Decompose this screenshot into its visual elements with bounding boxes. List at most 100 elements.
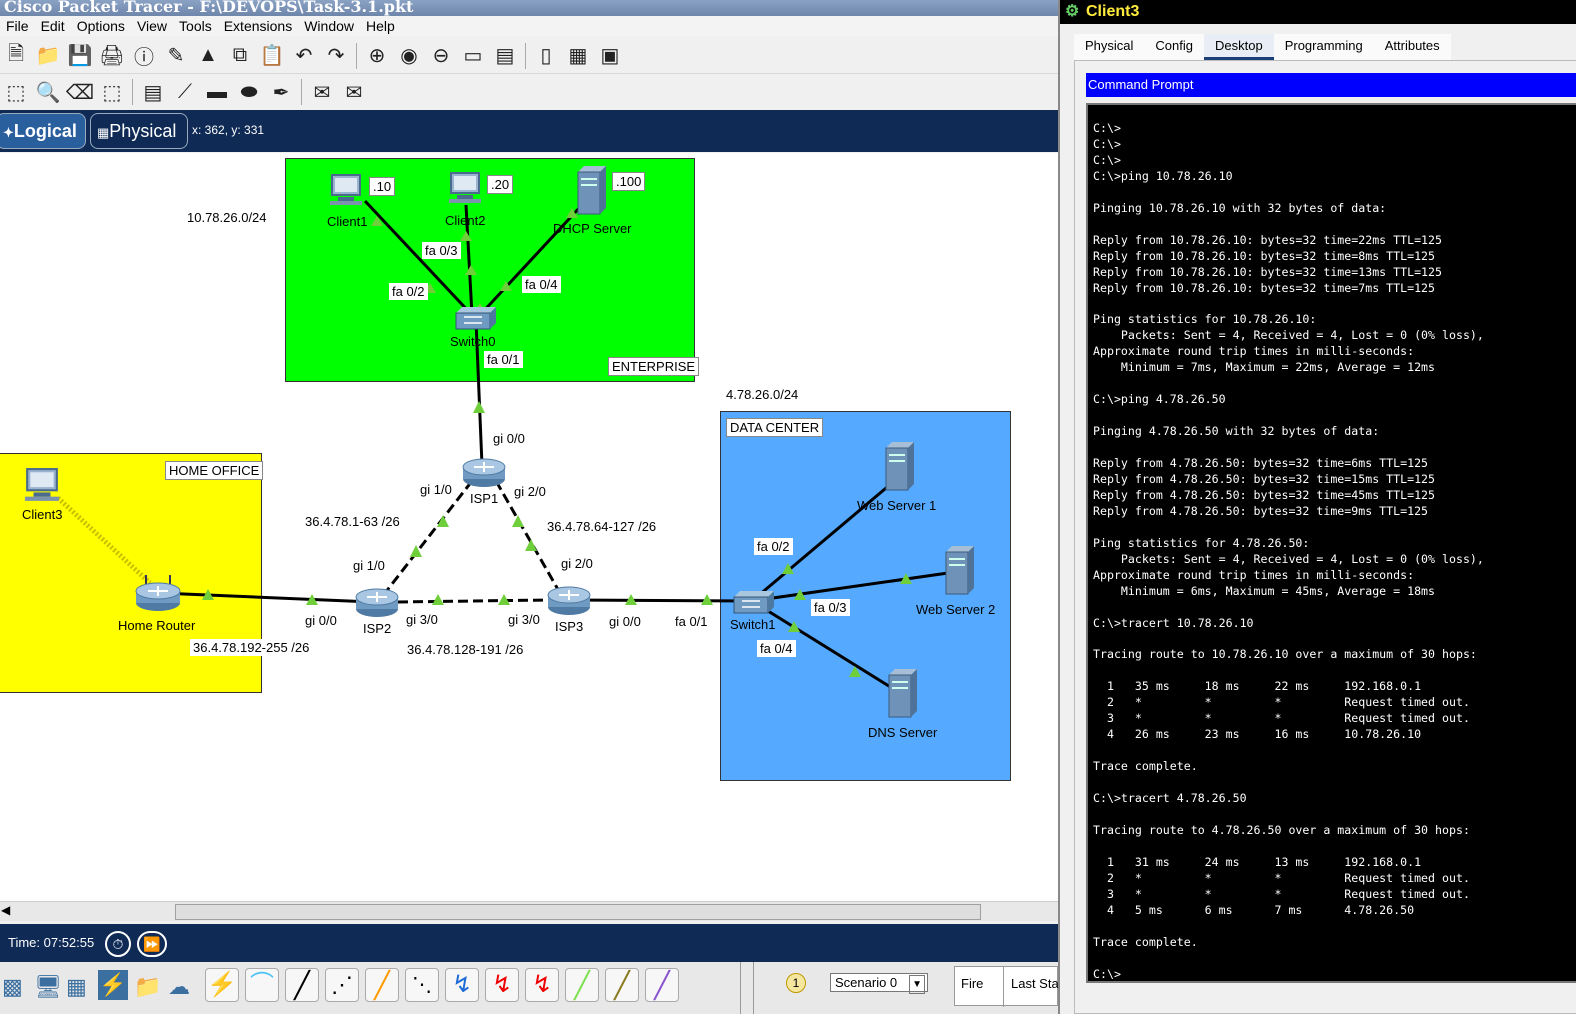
switch-icon[interactable] <box>450 305 498 333</box>
simple-pdu-icon[interactable]: ✉ <box>308 78 336 106</box>
crossover-cable-icon[interactable]: ⋰ <box>325 968 359 1002</box>
scenario-select[interactable]: Scenario 0 ▼ <box>830 973 928 994</box>
viewport-icon[interactable]: ▣ <box>596 42 624 70</box>
iot-cable-icon[interactable]: ╱ <box>605 968 639 1002</box>
components-icon[interactable]: ▦ <box>66 974 87 1000</box>
undo-icon[interactable]: ↶ <box>290 42 318 70</box>
scroll-left-icon[interactable]: ◀ <box>1 903 10 917</box>
router-icon[interactable] <box>546 585 592 617</box>
tab-programming[interactable]: Programming <box>1273 34 1374 60</box>
pdu-list-icon[interactable]: ▯ <box>532 42 560 70</box>
tab-logical[interactable]: ✦Logical <box>0 113 86 149</box>
rectangle-icon[interactable]: ▬ <box>203 78 231 106</box>
info-icon[interactable]: ⓘ <box>130 42 158 70</box>
copy-icon[interactable]: ⧉ <box>226 42 254 70</box>
horizontal-scrollbar[interactable]: ◀ <box>0 901 1058 921</box>
tablet-icon[interactable]: ▦ <box>564 42 592 70</box>
zoom-in-icon[interactable]: ⊕ <box>363 42 391 70</box>
pc-icon[interactable] <box>447 171 483 205</box>
complex-pdu-icon[interactable]: ✉ <box>340 78 368 106</box>
menu-view[interactable]: View <box>131 16 173 36</box>
tab-attributes[interactable]: Attributes <box>1373 34 1451 60</box>
info-circle-icon[interactable]: 1 <box>786 973 806 993</box>
redo-icon[interactable]: ↷ <box>322 42 350 70</box>
logical-workspace[interactable]: ENTERPRISE HOME OFFICE DATA CENTER Clien… <box>0 153 1058 901</box>
server-icon[interactable] <box>576 166 608 216</box>
menu-tools[interactable]: Tools <box>173 16 218 36</box>
delete-icon[interactable]: ⌫ <box>66 78 94 106</box>
port-label: gi 1/0 <box>350 557 388 574</box>
tab-config[interactable]: Config <box>1144 34 1204 60</box>
octal-cable-icon[interactable]: ╱ <box>565 968 599 1002</box>
power-cycle-icon[interactable]: ⏱ <box>105 931 131 957</box>
fast-forward-icon[interactable]: ⏩ <box>137 931 167 957</box>
end-devices-icon[interactable]: 🖥 <box>34 974 62 1000</box>
command-prompt-terminal[interactable]: C:\> C:\> C:\> C:\>ping 10.78.26.10 Ping… <box>1086 103 1576 983</box>
server-icon[interactable] <box>884 442 916 492</box>
network-label: 36.4.78.192-255 /26 <box>190 639 313 656</box>
tab-physical[interactable]: ▦Physical <box>90 113 188 149</box>
note-icon[interactable]: ▤ <box>139 78 167 106</box>
coaxial-cable-icon[interactable]: ↯ <box>445 968 479 1002</box>
paste-icon[interactable]: 📋 <box>258 42 286 70</box>
phone-cable-icon[interactable]: ⋱ <box>405 968 439 1002</box>
link-client3-home-wireless[interactable] <box>56 496 152 585</box>
menu-file[interactable]: File <box>0 16 35 36</box>
client2-ip-tag: .20 <box>487 175 514 194</box>
scrollbar-thumb[interactable] <box>175 904 981 920</box>
serial-dce-cable-icon[interactable]: ↯ <box>485 968 519 1002</box>
pc-icon[interactable] <box>22 467 62 503</box>
straight-through-cable-icon[interactable]: ╱ <box>285 968 319 1002</box>
open-icon[interactable]: 📁 <box>34 42 62 70</box>
save-icon[interactable]: 💾 <box>66 42 94 70</box>
menu-edit[interactable]: Edit <box>35 16 71 36</box>
menu-help[interactable]: Help <box>360 16 401 36</box>
router-icon[interactable] <box>354 587 400 619</box>
network-wizard-icon[interactable]: ✎ <box>162 42 190 70</box>
drawing-palette-icon[interactable]: ▭ <box>459 42 487 70</box>
server-icon[interactable] <box>887 669 919 719</box>
inspect-icon[interactable]: 🔍 <box>34 78 62 106</box>
print-icon[interactable]: 🖨 <box>98 42 126 70</box>
wan-emulation-icon[interactable]: ☁ <box>168 974 190 1000</box>
usb-cable-icon[interactable]: ╱ <box>645 968 679 1002</box>
ellipse-icon[interactable]: ⬬ <box>235 78 263 106</box>
menu-options[interactable]: Options <box>71 16 131 36</box>
switch-icon[interactable] <box>727 589 777 617</box>
dhcp-ip-tag: .100 <box>612 172 646 191</box>
pc-icon[interactable] <box>328 173 364 207</box>
zoom-out-icon[interactable]: ⊖ <box>427 42 455 70</box>
menu-extensions[interactable]: Extensions <box>218 16 298 36</box>
link-isp3-switch1[interactable] <box>571 598 749 603</box>
zoom-reset-icon[interactable]: ◉ <box>395 42 423 70</box>
menu-window[interactable]: Window <box>298 16 360 36</box>
port-label: gi 0/0 <box>606 613 644 630</box>
link-home-isp2[interactable] <box>159 591 373 604</box>
connections-icon[interactable]: ⚡ <box>98 970 128 1000</box>
misc-icon[interactable]: 📁 <box>134 974 161 1000</box>
network-label: 36.4.78.1-63 /26 <box>302 513 403 530</box>
wireless-router-icon[interactable] <box>132 573 184 613</box>
activity-wizard-icon[interactable]: ▲ <box>194 42 222 70</box>
select-icon[interactable]: ⬚ <box>2 78 30 106</box>
new-icon[interactable]: 🗎 <box>2 42 30 70</box>
server-icon[interactable] <box>944 546 976 596</box>
console-cable-icon[interactable]: ⌒ <box>245 968 279 1002</box>
tab-desktop[interactable]: Desktop <box>1204 34 1274 60</box>
isp2-label: ISP2 <box>363 621 392 636</box>
isp3-label: ISP3 <box>555 619 584 634</box>
port-label: fa 0/3 <box>422 242 461 259</box>
chevron-down-icon[interactable]: ▼ <box>909 975 925 994</box>
serial-dte-cable-icon[interactable]: ↯ <box>525 968 559 1002</box>
router-icon[interactable] <box>461 457 507 489</box>
port-label: fa 0/2 <box>754 538 793 555</box>
link-isp2-isp3[interactable] <box>397 598 549 604</box>
network-devices-icon[interactable]: ▩ <box>2 974 23 1000</box>
fiber-cable-icon[interactable]: ╱ <box>365 968 399 1002</box>
tab-physical-device[interactable]: Physical <box>1074 34 1145 60</box>
custom-device-icon[interactable]: ▤ <box>491 42 519 70</box>
line-icon[interactable]: ⟋ <box>171 78 199 106</box>
resize-icon[interactable]: ⬚ <box>98 78 126 106</box>
freeform-icon[interactable]: ✒ <box>267 78 295 106</box>
auto-connection-icon[interactable]: ⚡ <box>205 968 239 1002</box>
